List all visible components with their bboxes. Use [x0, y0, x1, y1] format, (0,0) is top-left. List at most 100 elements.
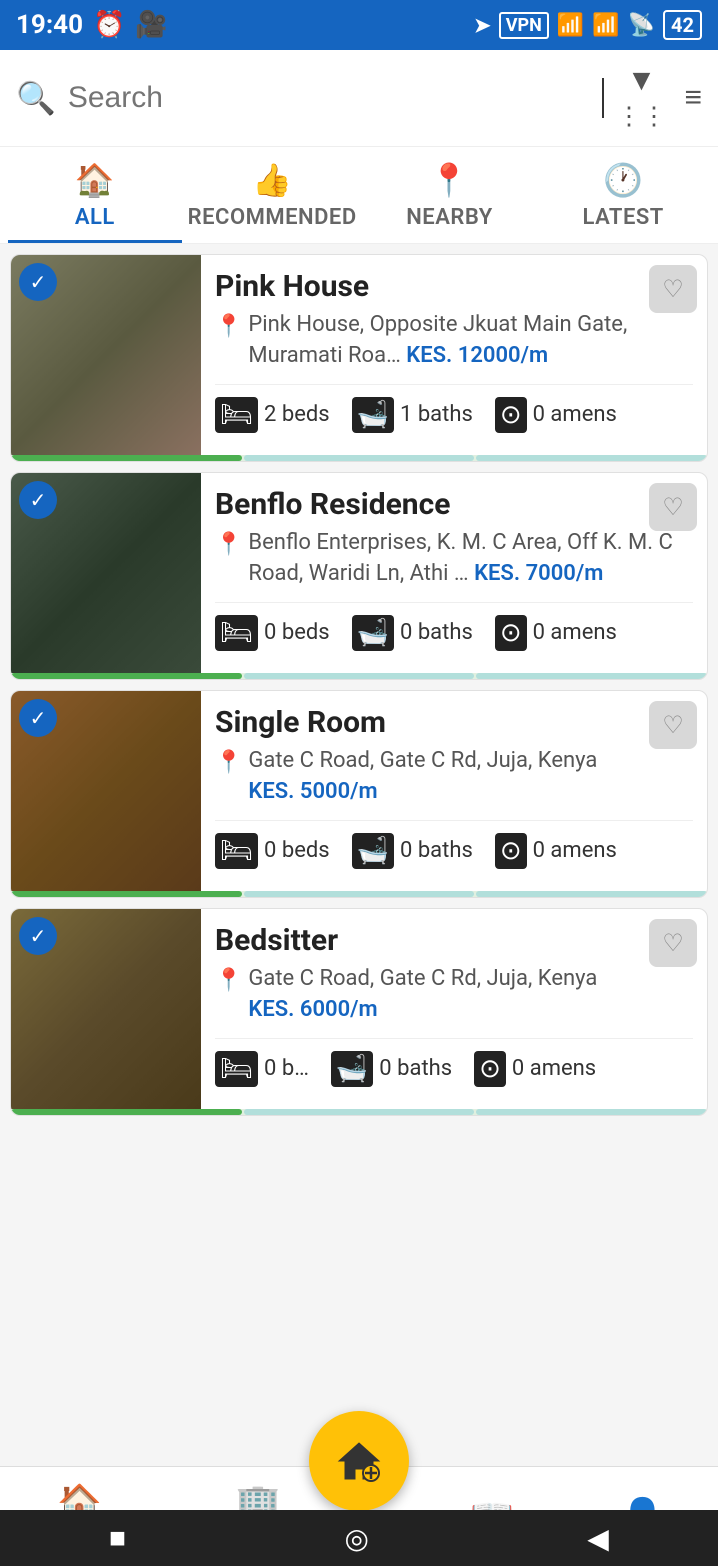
- bath-icon: 🛁: [331, 1051, 373, 1087]
- property-address: 📍 Pink House, Opposite Jkuat Main Gate, …: [215, 310, 693, 372]
- add-property-fab[interactable]: [309, 1411, 409, 1511]
- card-content: Bedsitter 📍 Gate C Road, Gate C Rd, Juja…: [201, 909, 707, 1109]
- status-left: 19:40 ⏰ 🎥: [16, 10, 168, 40]
- beds-feature: 🛏 0 beds: [215, 833, 330, 869]
- bath-icon: 🛁: [352, 397, 394, 433]
- baths-feature: 🛁 0 baths: [352, 615, 473, 651]
- add-home-icon: [333, 1435, 385, 1487]
- wifi-icon: 📡: [628, 13, 655, 38]
- square-icon: ■: [109, 1522, 126, 1553]
- tab-all[interactable]: 🏠 ALL: [8, 147, 182, 243]
- property-title: Pink House: [215, 269, 693, 304]
- search-icon: 🔍: [16, 79, 56, 117]
- card-divider: [215, 1038, 693, 1039]
- filter-icon: ▼⋮⋮: [616, 64, 666, 132]
- sort-button[interactable]: ≡: [684, 81, 702, 115]
- tab-nearby[interactable]: 📍 NEARBY: [363, 147, 537, 243]
- amenities-icon: ⊙: [495, 615, 527, 651]
- search-icons: ▼⋮⋮ ≡: [616, 64, 702, 132]
- beds-feature: 🛏 0 b…: [215, 1051, 309, 1087]
- property-title: Benflo Residence: [215, 487, 693, 522]
- card-content: Benflo Residence 📍 Benflo Enterprises, K…: [201, 473, 707, 673]
- tab-latest-label: LATEST: [582, 205, 663, 230]
- wishlist-button[interactable]: ♡: [649, 265, 697, 313]
- location-pin-icon: 📍: [215, 966, 242, 997]
- property-address: 📍 Gate C Road, Gate C Rd, Juja, Kenya KE…: [215, 964, 693, 1026]
- wishlist-button[interactable]: ♡: [649, 483, 697, 531]
- amens-feature: ⊙ 0 amens: [495, 833, 617, 869]
- status-right: ➤ VPN 📶 📶 📡 42: [474, 10, 702, 40]
- listing-card[interactable]: ✓ Bedsitter 📍 Gate C Road, Gate C Rd, Ju…: [10, 908, 708, 1116]
- listing-card[interactable]: ✓ Pink House 📍 Pink House, Opposite Jkua…: [10, 254, 708, 462]
- search-input-wrap: 🔍: [16, 79, 590, 117]
- card-image-wrap: ✓: [11, 909, 201, 1109]
- vpn-badge: VPN: [499, 12, 549, 39]
- wishlist-button[interactable]: ♡: [649, 701, 697, 749]
- verified-badge: ✓: [19, 917, 57, 955]
- baths-feature: 🛁 0 baths: [331, 1051, 452, 1087]
- bath-icon: 🛁: [352, 615, 394, 651]
- filter-button[interactable]: ▼⋮⋮: [616, 64, 666, 132]
- tab-recommended-label: RECOMMENDED: [188, 205, 357, 230]
- beds-feature: 🛏 2 beds: [215, 397, 330, 433]
- beds-feature: 🛏 0 beds: [215, 615, 330, 651]
- bath-icon: 🛁: [352, 833, 394, 869]
- location-pin-icon: 📍: [215, 530, 242, 561]
- card-image-wrap: ✓: [11, 691, 201, 891]
- android-nav-bar: ■ ◎ ◀: [0, 1510, 718, 1566]
- search-input[interactable]: [68, 81, 591, 115]
- amens-feature: ⊙ 0 amens: [474, 1051, 596, 1087]
- card-features: 🛏 0 b… 🛁 0 baths ⊙ 0 amens: [215, 1051, 693, 1087]
- signal-icon2: 📶: [592, 13, 619, 38]
- listing-card[interactable]: ✓ Single Room 📍 Gate C Road, Gate C Rd, …: [10, 690, 708, 898]
- video-icon: 🎥: [135, 10, 167, 40]
- alarm-icon: ⏰: [93, 10, 125, 40]
- card-image-wrap: ✓: [11, 473, 201, 673]
- thumbsup-icon: 👍: [252, 161, 292, 199]
- verified-badge: ✓: [19, 481, 57, 519]
- wishlist-button[interactable]: ♡: [649, 919, 697, 967]
- battery-icon: 42: [663, 10, 702, 40]
- tab-latest[interactable]: 🕐 LATEST: [536, 147, 710, 243]
- status-bar: 19:40 ⏰ 🎥 ➤ VPN 📶 📶 📡 42: [0, 0, 718, 50]
- location-tab-icon: 📍: [429, 161, 469, 199]
- property-address: 📍 Benflo Enterprises, K. M. C Area, Off …: [215, 528, 693, 590]
- tab-recommended[interactable]: 👍 RECOMMENDED: [182, 147, 363, 243]
- home-button[interactable]: ◎: [344, 1522, 368, 1555]
- back-button[interactable]: ◀: [587, 1522, 609, 1555]
- location-icon: ➤: [474, 13, 491, 37]
- circle-icon: ◎: [344, 1523, 368, 1554]
- verified-badge: ✓: [19, 263, 57, 301]
- signal-icon: 📶: [557, 13, 584, 38]
- verified-badge: ✓: [19, 699, 57, 737]
- recent-apps-button[interactable]: ■: [109, 1522, 126, 1554]
- bed-icon: 🛏: [215, 833, 258, 869]
- card-divider: [215, 384, 693, 385]
- search-divider: [602, 78, 604, 118]
- tab-nearby-label: NEARBY: [406, 205, 493, 230]
- status-time: 19:40: [16, 10, 83, 40]
- location-pin-icon: 📍: [215, 312, 242, 343]
- search-bar: 🔍 ▼⋮⋮ ≡: [0, 50, 718, 147]
- amenities-icon: ⊙: [495, 397, 527, 433]
- card-divider: [215, 820, 693, 821]
- scroll-indicator: [11, 1109, 707, 1115]
- bed-icon: 🛏: [215, 1051, 258, 1087]
- amenities-icon: ⊙: [474, 1051, 506, 1087]
- sort-icon: ≡: [684, 81, 702, 115]
- scroll-indicator: [11, 455, 707, 461]
- card-content: Single Room 📍 Gate C Road, Gate C Rd, Ju…: [201, 691, 707, 891]
- tab-all-label: ALL: [75, 205, 115, 230]
- baths-feature: 🛁 0 baths: [352, 833, 473, 869]
- tab-bar: 🏠 ALL 👍 RECOMMENDED 📍 NEARBY 🕐 LATEST: [0, 147, 718, 244]
- back-icon: ◀: [587, 1523, 609, 1554]
- card-image-wrap: ✓: [11, 255, 201, 455]
- property-title: Bedsitter: [215, 923, 693, 958]
- clock-icon: 🕐: [603, 161, 643, 199]
- amens-feature: ⊙ 0 amens: [495, 615, 617, 651]
- card-divider: [215, 602, 693, 603]
- listing-card[interactable]: ✓ Benflo Residence 📍 Benflo Enterprises,…: [10, 472, 708, 680]
- card-content: Pink House 📍 Pink House, Opposite Jkuat …: [201, 255, 707, 455]
- listings-container: ✓ Pink House 📍 Pink House, Opposite Jkua…: [0, 244, 718, 1126]
- home-tab-icon: 🏠: [75, 161, 115, 199]
